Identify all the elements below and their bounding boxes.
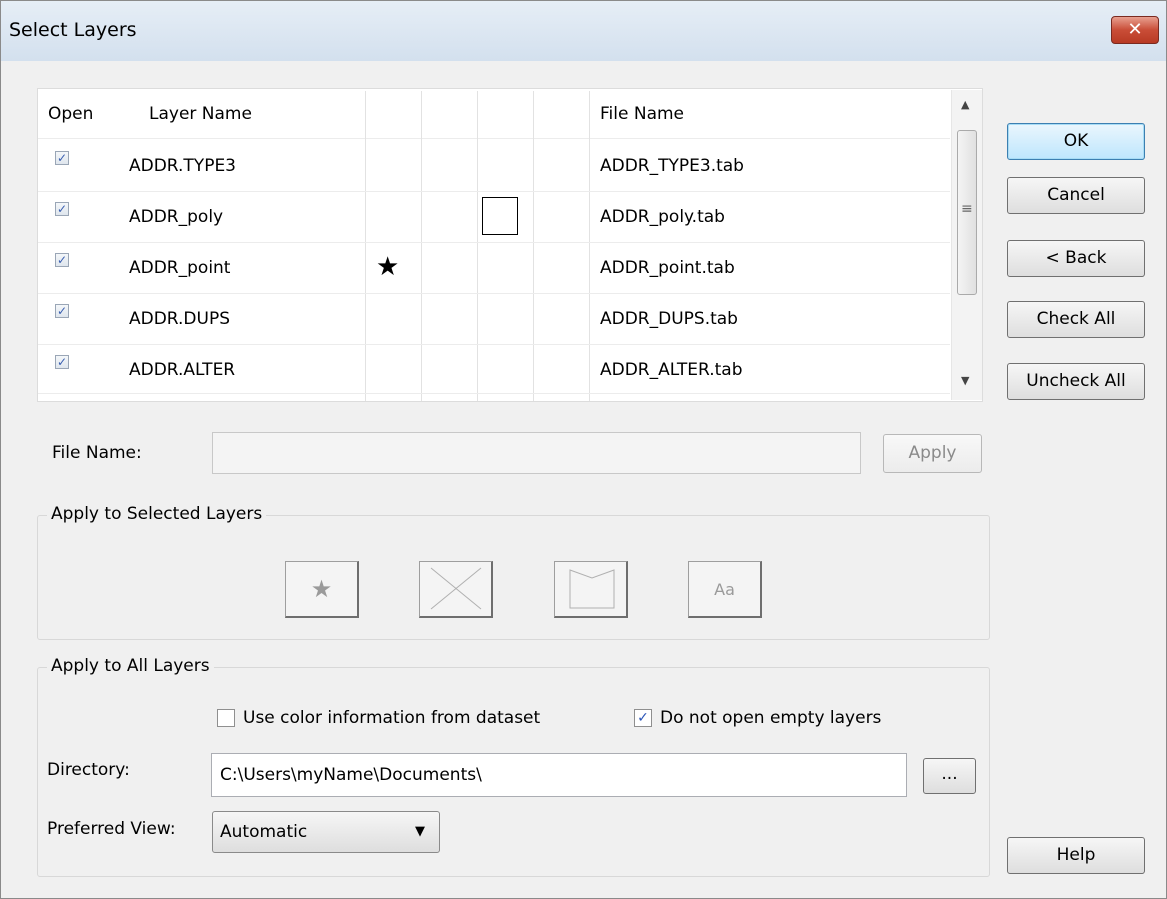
file-name-cell: ADDR_TYPE3.tab (600, 156, 744, 176)
no-empty-layers-label[interactable]: Do not open empty layers (660, 708, 881, 728)
file-name-cell: ADDR_DUPS.tab (600, 309, 738, 329)
table-header: Open Layer Name File Name (38, 89, 950, 139)
check-icon: ✓ (56, 304, 68, 318)
row-open-checkbox[interactable]: ✓ (55, 355, 69, 369)
help-button[interactable]: Help (1007, 837, 1145, 874)
layer-name-cell: ADDR_point (129, 258, 231, 278)
use-color-label[interactable]: Use color information from dataset (243, 708, 540, 728)
ok-button[interactable]: OK (1007, 123, 1145, 160)
chevron-down-icon: ▼ (415, 824, 425, 839)
layer-name-cell: ADDR.TYPE3 (129, 156, 236, 176)
row-divider (38, 393, 950, 394)
layer-name-cell: ADDR.DUPS (129, 309, 230, 329)
select-layers-dialog: Select Layers ✕ Open Layer Name File Nam… (0, 0, 1167, 899)
directory-label: Directory: (47, 760, 130, 780)
preferred-view-select[interactable]: Automatic ▼ (212, 811, 440, 853)
back-button[interactable]: < Back (1007, 240, 1145, 277)
scroll-down-icon[interactable]: ▼ (961, 374, 969, 387)
apply-selected-group (37, 515, 990, 640)
close-button[interactable]: ✕ (1111, 16, 1159, 44)
row-open-checkbox[interactable]: ✓ (55, 202, 69, 216)
no-empty-layers-checkbox[interactable]: ✓ (634, 709, 652, 727)
layers-table: Open Layer Name File Name ✓ ADDR.TYPE3 A… (37, 88, 983, 402)
title-bar: Select Layers ✕ (1, 1, 1166, 61)
table-scrollbar[interactable]: ▲ ≡ ▼ (951, 90, 982, 400)
table-row[interactable]: ✓ ADDR_point ★ ADDR_point.tab (38, 243, 950, 293)
browse-button[interactable]: ... (923, 758, 976, 794)
table-row[interactable]: ✓ ADDR.TYPE3 ADDR_TYPE3.tab (38, 141, 950, 191)
scroll-up-icon[interactable]: ▲ (961, 98, 969, 111)
region-style-swatch[interactable] (482, 197, 518, 235)
apply-all-legend: Apply to All Layers (47, 656, 214, 676)
dialog-title: Select Layers (9, 19, 137, 41)
check-icon: ✓ (56, 202, 68, 216)
table-row[interactable]: ✓ ADDR.ALTER ADDR_ALTER.tab (38, 345, 950, 395)
check-icon: ✓ (56, 253, 68, 267)
column-header-file-name[interactable]: File Name (600, 104, 684, 124)
file-name-cell: ADDR_point.tab (600, 258, 735, 278)
row-open-checkbox[interactable]: ✓ (55, 253, 69, 267)
file-name-cell: ADDR_poly.tab (600, 207, 725, 227)
preferred-view-label: Preferred View: (47, 819, 176, 839)
close-icon: ✕ (1127, 19, 1143, 40)
preferred-view-value: Automatic (220, 822, 308, 842)
check-icon: ✓ (56, 151, 68, 165)
text-style-button[interactable]: Aa (688, 561, 762, 618)
layer-name-cell: ADDR_poly (129, 207, 224, 227)
check-all-button[interactable]: Check All (1007, 301, 1145, 338)
symbol-style-button[interactable]: ★ (285, 561, 359, 618)
apply-button[interactable]: Apply (883, 434, 982, 473)
star-icon: ★ (310, 575, 333, 603)
directory-input[interactable]: C:\Users\myName\Documents\ (211, 753, 907, 797)
text-style-icon: Aa (714, 580, 735, 599)
cancel-button[interactable]: Cancel (1007, 177, 1145, 214)
line-style-button[interactable] (419, 561, 493, 618)
column-header-layer-name[interactable]: Layer Name (149, 104, 252, 124)
file-name-label: File Name: (52, 443, 142, 463)
grip-icon: ≡ (961, 201, 973, 217)
row-open-checkbox[interactable]: ✓ (55, 304, 69, 318)
file-name-cell: ADDR_ALTER.tab (600, 360, 743, 380)
scroll-thumb[interactable]: ≡ (957, 130, 977, 295)
column-header-open[interactable]: Open (48, 104, 93, 124)
use-color-checkbox[interactable] (217, 709, 235, 727)
file-name-input[interactable] (212, 432, 861, 474)
region-style-button[interactable] (554, 561, 628, 618)
line-style-icon (430, 567, 481, 610)
uncheck-all-button[interactable]: Uncheck All (1007, 363, 1145, 400)
apply-selected-legend: Apply to Selected Layers (47, 504, 267, 524)
table-row[interactable]: ✓ ADDR.DUPS ADDR_DUPS.tab (38, 294, 950, 344)
symbol-style-star-icon[interactable]: ★ (376, 252, 399, 282)
row-open-checkbox[interactable]: ✓ (55, 151, 69, 165)
region-style-icon (569, 569, 614, 609)
table-row[interactable]: ✓ ADDR_poly ADDR_poly.tab (38, 192, 950, 242)
check-icon: ✓ (56, 355, 68, 369)
check-icon: ✓ (637, 710, 649, 726)
header-divider (38, 138, 950, 139)
layer-name-cell: ADDR.ALTER (129, 360, 236, 380)
